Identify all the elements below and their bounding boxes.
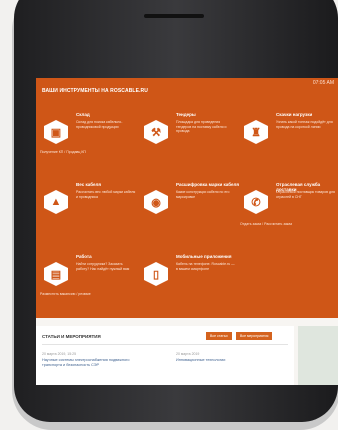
tile-link[interactable]: Разместить вакансию / резюме (40, 292, 91, 296)
tile-desc: Площадка для проведения тендеров на пост… (176, 120, 227, 133)
news-date: 20 марта 2019, 15:25 (42, 352, 77, 356)
trophy-icon: ♜ (244, 120, 268, 144)
tile-cable-weight[interactable]: ▲ Вес кабеля Рассчитать вес любой марки … (40, 182, 140, 232)
tile-cable-decode[interactable]: ◉ Расшифровка марки кабеля Какие констру… (140, 182, 240, 232)
tile-link[interactable]: Отдать заказ / Рассчитать заказ (240, 222, 292, 226)
news-panel: СТАТЬИ И МЕРОПРИЯТИЯ Все статьи Все меро… (36, 326, 294, 385)
divider (42, 344, 288, 345)
phone-screen: 07:05 AM ВАШИ ИНСТРУМЕНТЫ НА ROSCABLE.RU… (36, 78, 338, 385)
smartphone-icon: ▯ (144, 262, 168, 286)
weight-icon: ▲ (44, 190, 68, 214)
tile-link[interactable]: Получение КП / Продавц КП (40, 150, 86, 154)
tile-desc: Найти сотрудника? Заказать работу? Нас н… (76, 262, 130, 271)
cable-icon: ◉ (144, 190, 168, 214)
tile-warehouse[interactable]: ▣ Склад Склад для поиска кабельно-провод… (40, 112, 140, 162)
side-panel (298, 326, 338, 385)
tile-title: Скачки нагрузки (276, 112, 313, 117)
hero-title: ВАШИ ИНСТРУМЕНТЫ НА ROSCABLE.RU (42, 88, 148, 94)
tile-title: Расшифровка марки кабеля (176, 182, 239, 187)
tile-jobs[interactable]: ▤ Работа Найти сотрудника? Заказать рабо… (40, 254, 140, 304)
news-date: 20 марта 2019 (176, 352, 200, 356)
tile-desc: Кабель на телефоне. Roscable.ru — в ваше… (176, 262, 235, 271)
status-time: 07:05 AM (312, 80, 334, 86)
tools-hero: 07:05 AM ВАШИ ИНСТРУМЕНТЫ НА ROSCABLE.RU… (36, 78, 338, 318)
tile-mobile-apps[interactable]: ▯ Мобильные приложения Кабель на телефон… (140, 254, 240, 304)
phone-icon: ✆ (244, 190, 268, 214)
tile-title: Вес кабеля (76, 182, 101, 187)
cart-icon: ▣ (44, 120, 68, 144)
speaker-grill (144, 14, 204, 18)
tile-desc: Какие конструкции кабеля по его маркиров… (176, 190, 230, 199)
briefcase-icon: ▤ (44, 262, 68, 286)
all-articles-button[interactable]: Все статьи (206, 332, 232, 340)
all-events-button[interactable]: Все мероприятия (236, 332, 273, 340)
tile-desc: Узнать какой тоннаж подойдёт для провода… (276, 120, 333, 129)
tile-title: Склад (76, 112, 90, 117)
tile-desc: Склад для поиска кабельно-проводниковой … (76, 120, 123, 129)
tile-desc: Рассчитать вес любой марки кабеля и пров… (76, 190, 136, 199)
tile-tenders[interactable]: ⚒ Тендеры Площадка для проведения тендер… (140, 112, 240, 162)
news-title: СТАТЬИ И МЕРОПРИЯТИЯ (42, 334, 101, 339)
gavel-icon: ⚒ (144, 120, 168, 144)
tile-title: Тендеры (176, 112, 196, 117)
news-link[interactable]: Инновационные технологии (176, 358, 276, 363)
tile-title: Мобильные приложения (176, 254, 232, 259)
tile-title: Работа (76, 254, 92, 259)
news-link[interactable]: Научные системы электроснабжения подвижн… (42, 358, 142, 368)
tile-load[interactable]: ♜ Скачки нагрузки Узнать какой тоннаж по… (240, 112, 338, 162)
tile-delivery[interactable]: ✆ Отраслевая служба доставки Отраслевой … (240, 182, 338, 232)
tile-desc: Отраслевой поставщик товаров для отрасле… (276, 190, 335, 199)
